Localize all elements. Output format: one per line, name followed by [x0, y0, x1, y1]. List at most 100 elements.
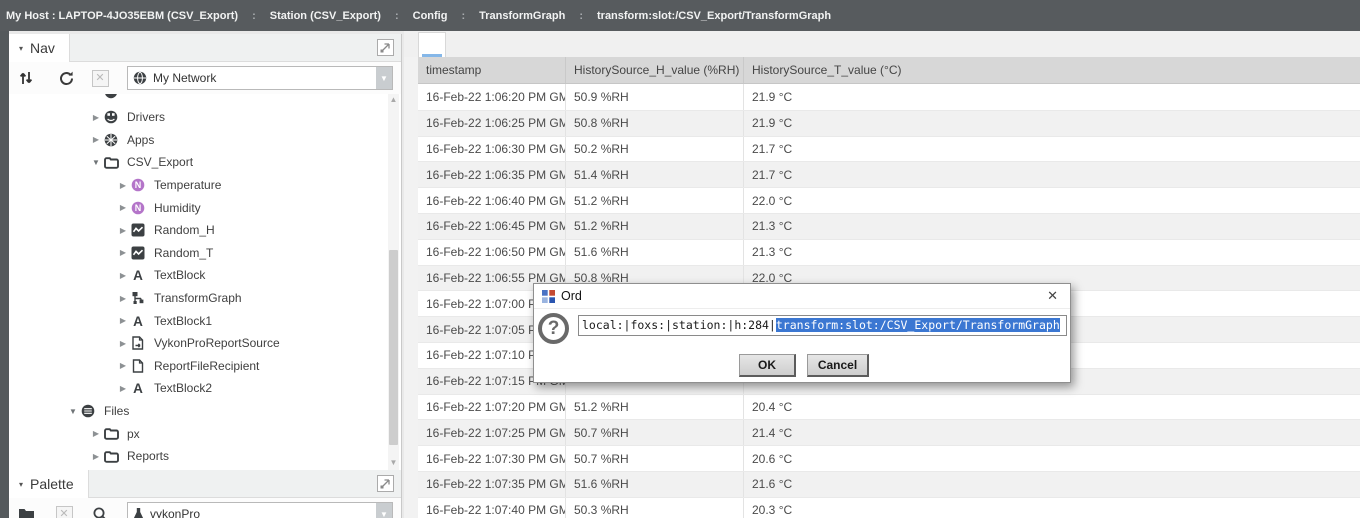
expander-icon[interactable]: ▶ — [115, 361, 131, 370]
expander-icon[interactable]: ▶ — [115, 181, 131, 190]
timestamp-cell: 16-Feb-22 1:06:50 PM GMT — [426, 245, 565, 260]
timestamp-cell: 16-Feb-22 1:06:20 PM GMT — [426, 89, 565, 104]
popout-icon[interactable] — [377, 39, 394, 56]
breadcrumb-item[interactable]: My Host : LAPTOP-4JO35EBM (CSV_Export) — [6, 10, 238, 22]
expander-icon[interactable]: ▶ — [115, 226, 131, 235]
refresh-icon[interactable] — [57, 69, 75, 87]
main-panel: timestamp HistorySource_H_value (%RH) Hist… — [404, 31, 1360, 518]
text-block-icon: A — [131, 381, 148, 395]
scroll-up-icon[interactable]: ▲ — [388, 94, 399, 106]
table-row[interactable]: 16-Feb-22 1:07:25 PM GMT 50.7 %RH 21.4 °C — [418, 419, 1360, 446]
tree-item-temperature[interactable]: ▶ N Temperature — [9, 174, 387, 197]
table-row[interactable]: 16-Feb-22 1:07:35 PM GMT 51.6 %RH 21.6 °C — [418, 470, 1360, 497]
tree-item-textblock2[interactable]: ▶ A TextBlock2 — [9, 377, 387, 400]
clear-x-icon[interactable]: ✕ — [55, 505, 73, 518]
column-header[interactable]: HistorySource_T_value (°C) — [743, 57, 1360, 83]
tree-item[interactable] — [9, 94, 387, 106]
open-folder-icon[interactable] — [17, 505, 35, 518]
updown-arrows-icon[interactable] — [17, 69, 35, 87]
timestamp-cell: 16-Feb-22 1:06:40 PM GMT — [426, 193, 565, 208]
cancel-button[interactable]: Cancel — [807, 354, 869, 377]
apps-icon — [104, 133, 121, 147]
tree-item-humidity[interactable]: ▶ N Humidity — [9, 196, 387, 219]
table-row[interactable]: 16-Feb-22 1:07:30 PM GMT 50.7 %RH 20.6 °C — [418, 445, 1360, 471]
breadcrumb-separator: : — [252, 9, 256, 22]
expander-icon[interactable]: ▼ — [65, 407, 81, 416]
column-header[interactable]: timestamp — [418, 57, 565, 83]
tree-item-transformgraph[interactable]: ▶ TransformGraph — [9, 287, 387, 310]
humidity-cell: 50.2 %RH — [565, 136, 743, 162]
nav-tab[interactable]: ▾ Nav — [9, 34, 70, 62]
expander-icon[interactable]: ▶ — [115, 316, 131, 325]
tree-item-random_t[interactable]: ▶ Random_T — [9, 242, 387, 265]
ord-dialog-titlebar[interactable]: Ord ✕ — [534, 284, 1070, 309]
scroll-thumb[interactable] — [389, 250, 398, 445]
palette-module-dropdown[interactable]: vykonPro ▼ — [127, 502, 393, 518]
expander-icon[interactable]: ▶ — [88, 452, 104, 461]
breadcrumb-separator: : — [394, 9, 399, 22]
tree-item-vykonproreportsource[interactable]: ▶ VykonProReportSource — [9, 332, 387, 355]
table-row[interactable]: 16-Feb-22 1:06:45 PM GMT 51.2 %RH 21.3 °C — [418, 212, 1360, 239]
breadcrumb-item[interactable]: TransformGraph — [479, 10, 565, 22]
nav-tree-scrollbar[interactable]: ▲ ▼ — [388, 94, 399, 470]
tree-item-textblock1[interactable]: ▶ A TextBlock1 — [9, 309, 387, 332]
search-icon[interactable] — [91, 505, 109, 518]
flask-icon — [133, 507, 144, 518]
expander-icon[interactable]: ▶ — [115, 248, 131, 257]
table-row[interactable]: 16-Feb-22 1:06:40 PM GMT 51.2 %RH 22.0 °C — [418, 187, 1360, 213]
ord-input[interactable]: local:|foxs:|station:|h:284|transform:sl… — [578, 315, 1067, 336]
table-row[interactable]: 16-Feb-22 1:07:40 PM GMT 50.3 %RH 20.3 °C — [418, 496, 1360, 518]
expander-icon[interactable]: ▶ — [115, 203, 131, 212]
nav-scope-dropdown[interactable]: My Network ▼ — [127, 66, 393, 90]
breadcrumb-item[interactable]: Config — [413, 10, 448, 22]
tree-item-drivers[interactable]: ▶ Drivers — [9, 106, 387, 129]
expander-icon[interactable]: ▶ — [88, 113, 104, 122]
expander-icon[interactable]: ▶ — [88, 135, 104, 144]
tree-item-label: VykonProReportSource — [154, 336, 280, 351]
folder-icon — [104, 449, 121, 463]
humidity-cell: 50.3 %RH — [565, 497, 743, 518]
ok-button[interactable]: OK — [739, 354, 796, 377]
expander-icon[interactable]: ▶ — [115, 271, 131, 280]
table-row[interactable]: 16-Feb-22 1:07:20 PM GMT 51.2 %RH 20.4 °C — [418, 393, 1360, 420]
table-row[interactable]: 16-Feb-22 1:06:25 PM GMT 50.8 %RH 21.9 °C — [418, 109, 1360, 136]
expander-icon[interactable]: ▼ — [88, 158, 104, 167]
tree-item-label: px — [127, 426, 140, 441]
numeric-point-icon: N — [131, 201, 148, 215]
expander-icon[interactable]: ▶ — [115, 294, 131, 303]
expander-icon[interactable]: ▶ — [115, 384, 131, 393]
chart-icon — [131, 246, 148, 260]
tree-item-reports[interactable]: ▶ Reports — [9, 445, 387, 468]
breadcrumb-item[interactable]: transform:slot:/CSV_Export/TransformGrap… — [597, 10, 831, 22]
temperature-cell: 21.7 °C — [743, 136, 1360, 162]
breadcrumb-item[interactable]: Station (CSV_Export) — [270, 10, 381, 22]
popout-icon[interactable] — [377, 475, 394, 492]
collapse-arrow-icon: ▾ — [19, 43, 24, 53]
expander-icon[interactable]: ▶ — [88, 429, 104, 438]
close-icon[interactable]: ✕ — [1047, 288, 1058, 304]
dropdown-arrow-icon[interactable]: ▼ — [376, 67, 392, 89]
tree-item-csv_export[interactable]: ▼ CSV_Export — [9, 151, 387, 174]
active-view-tab[interactable] — [418, 32, 446, 57]
scroll-down-icon[interactable]: ▼ — [388, 457, 399, 469]
palette-tab[interactable]: ▾ Palette — [9, 470, 89, 498]
table-row[interactable]: 16-Feb-22 1:06:20 PM GMT 50.9 %RH 21.9 °C — [418, 84, 1360, 110]
dropdown-arrow-icon[interactable]: ▼ — [376, 503, 392, 518]
tree-item-px[interactable]: ▶ px — [9, 422, 387, 445]
table-row[interactable]: 16-Feb-22 1:06:50 PM GMT 51.6 %RH 21.3 °C — [418, 238, 1360, 265]
table-row[interactable]: 16-Feb-22 1:06:30 PM GMT 50.2 %RH 21.7 °C — [418, 135, 1360, 162]
report-source-icon — [131, 336, 148, 350]
nav-toolbar: ✕ My Network ▼ — [9, 62, 401, 94]
tree-item-textblock[interactable]: ▶ A TextBlock — [9, 264, 387, 287]
tree-item-reportfilerecipient[interactable]: ▶ ReportFileRecipient — [9, 355, 387, 378]
table-row[interactable]: 16-Feb-22 1:06:35 PM GMT 51.4 %RH 21.7 °C — [418, 161, 1360, 188]
column-header[interactable]: HistorySource_H_value (%RH) — [565, 57, 743, 83]
humidity-cell: 51.2 %RH — [565, 213, 743, 239]
tree-item-files[interactable]: ▼ Files — [9, 400, 387, 423]
clear-x-icon[interactable]: ✕ — [91, 69, 109, 87]
svg-text:A: A — [133, 314, 143, 328]
expander-icon[interactable]: ▶ — [115, 339, 131, 348]
drivers-icon — [104, 110, 121, 124]
tree-item-random_h[interactable]: ▶ Random_H — [9, 219, 387, 242]
tree-item-apps[interactable]: ▶ Apps — [9, 129, 387, 152]
